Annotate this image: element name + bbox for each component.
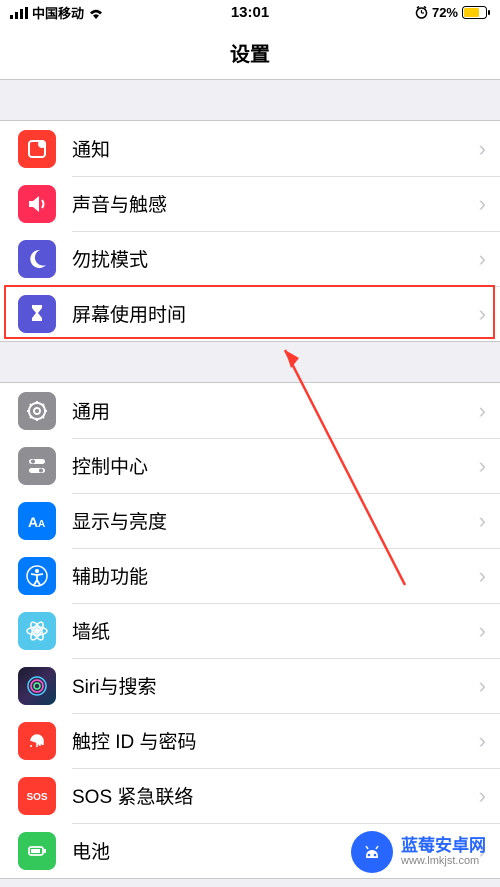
row-general[interactable]: 通用 › — [0, 383, 500, 438]
page-title: 设置 — [230, 38, 270, 67]
battery-icon — [462, 6, 490, 19]
chevron-icon: › — [479, 563, 486, 589]
row-do-not-disturb[interactable]: 勿扰模式 › — [0, 231, 500, 286]
row-label: 显示与亮度 — [72, 507, 479, 534]
row-label: 勿扰模式 — [72, 245, 479, 272]
wifi-icon — [88, 7, 104, 19]
battery-row-icon — [18, 832, 56, 870]
signal-icon — [10, 7, 28, 19]
chevron-icon: › — [479, 301, 486, 327]
group-spacer-1 — [0, 342, 500, 382]
status-right: 72% — [415, 5, 490, 20]
row-emergency-sos[interactable]: SOS SOS 紧急联络 › — [0, 768, 500, 823]
row-sounds-haptics[interactable]: 声音与触感 › — [0, 176, 500, 231]
row-label: Siri与搜索 — [72, 672, 479, 699]
svg-text:A: A — [38, 519, 45, 530]
row-label: 通知 — [72, 135, 479, 162]
sos-icon: SOS — [18, 777, 56, 815]
chevron-icon: › — [479, 728, 486, 754]
chevron-icon: › — [479, 136, 486, 162]
chevron-icon: › — [479, 618, 486, 644]
watermark-line2: www.lmkjst.com — [401, 855, 486, 867]
row-label: 声音与触感 — [72, 190, 479, 217]
chevron-icon: › — [479, 191, 486, 217]
row-touch-id-passcode[interactable]: 触控 ID 与密码 › — [0, 713, 500, 768]
chevron-icon: › — [479, 453, 486, 479]
siri-icon — [18, 667, 56, 705]
sound-icon — [18, 185, 56, 223]
watermark-logo-icon — [351, 831, 393, 873]
fingerprint-icon — [18, 722, 56, 760]
svg-text:SOS: SOS — [26, 792, 47, 803]
watermark-line1: 蓝莓安卓网 — [401, 837, 486, 856]
chevron-icon: › — [479, 246, 486, 272]
toggles-icon — [18, 447, 56, 485]
moon-icon — [18, 240, 56, 278]
row-wallpaper[interactable]: 墙纸 › — [0, 603, 500, 658]
row-notifications[interactable]: 通知 › — [0, 121, 500, 176]
row-control-center[interactable]: 控制中心 › — [0, 438, 500, 493]
accessibility-icon — [18, 557, 56, 595]
chevron-icon: › — [479, 508, 486, 534]
notifications-icon — [18, 130, 56, 168]
group-spacer-0 — [0, 80, 500, 120]
settings-group-0: 通知 › 声音与触感 › 勿扰模式 › 屏幕使用时间 › — [0, 120, 500, 342]
watermark: 蓝莓安卓网 www.lmkjst.com — [351, 831, 486, 873]
svg-text:A: A — [28, 514, 38, 530]
chevron-icon: › — [479, 783, 486, 809]
row-label: 辅助功能 — [72, 562, 479, 589]
row-screen-time[interactable]: 屏幕使用时间 › — [0, 286, 500, 341]
status-time: 13:01 — [231, 4, 269, 21]
text-size-icon: AA — [18, 502, 56, 540]
row-label: 控制中心 — [72, 452, 479, 479]
row-label: 通用 — [72, 397, 479, 424]
flower-icon — [18, 612, 56, 650]
watermark-text: 蓝莓安卓网 www.lmkjst.com — [401, 837, 486, 868]
chevron-icon: › — [479, 673, 486, 699]
row-display-brightness[interactable]: AA 显示与亮度 › — [0, 493, 500, 548]
settings-group-1: 通用 › 控制中心 › AA 显示与亮度 › 辅助功能 › 墙纸 › Siri与… — [0, 382, 500, 879]
row-label: 墙纸 — [72, 617, 479, 644]
alarm-icon — [415, 6, 428, 19]
row-accessibility[interactable]: 辅助功能 › — [0, 548, 500, 603]
battery-pct-label: 72% — [432, 5, 458, 20]
status-left: 中国移动 — [10, 3, 104, 22]
gear-icon — [18, 392, 56, 430]
row-siri-search[interactable]: Siri与搜索 › — [0, 658, 500, 713]
row-label: 屏幕使用时间 — [72, 300, 479, 327]
row-label: 触控 ID 与密码 — [72, 727, 479, 754]
chevron-icon: › — [479, 398, 486, 424]
nav-header: 设置 — [0, 25, 500, 80]
hourglass-icon — [18, 295, 56, 333]
status-bar: 中国移动 13:01 72% — [0, 0, 500, 25]
row-label: SOS 紧急联络 — [72, 782, 479, 809]
carrier-label: 中国移动 — [32, 3, 84, 22]
